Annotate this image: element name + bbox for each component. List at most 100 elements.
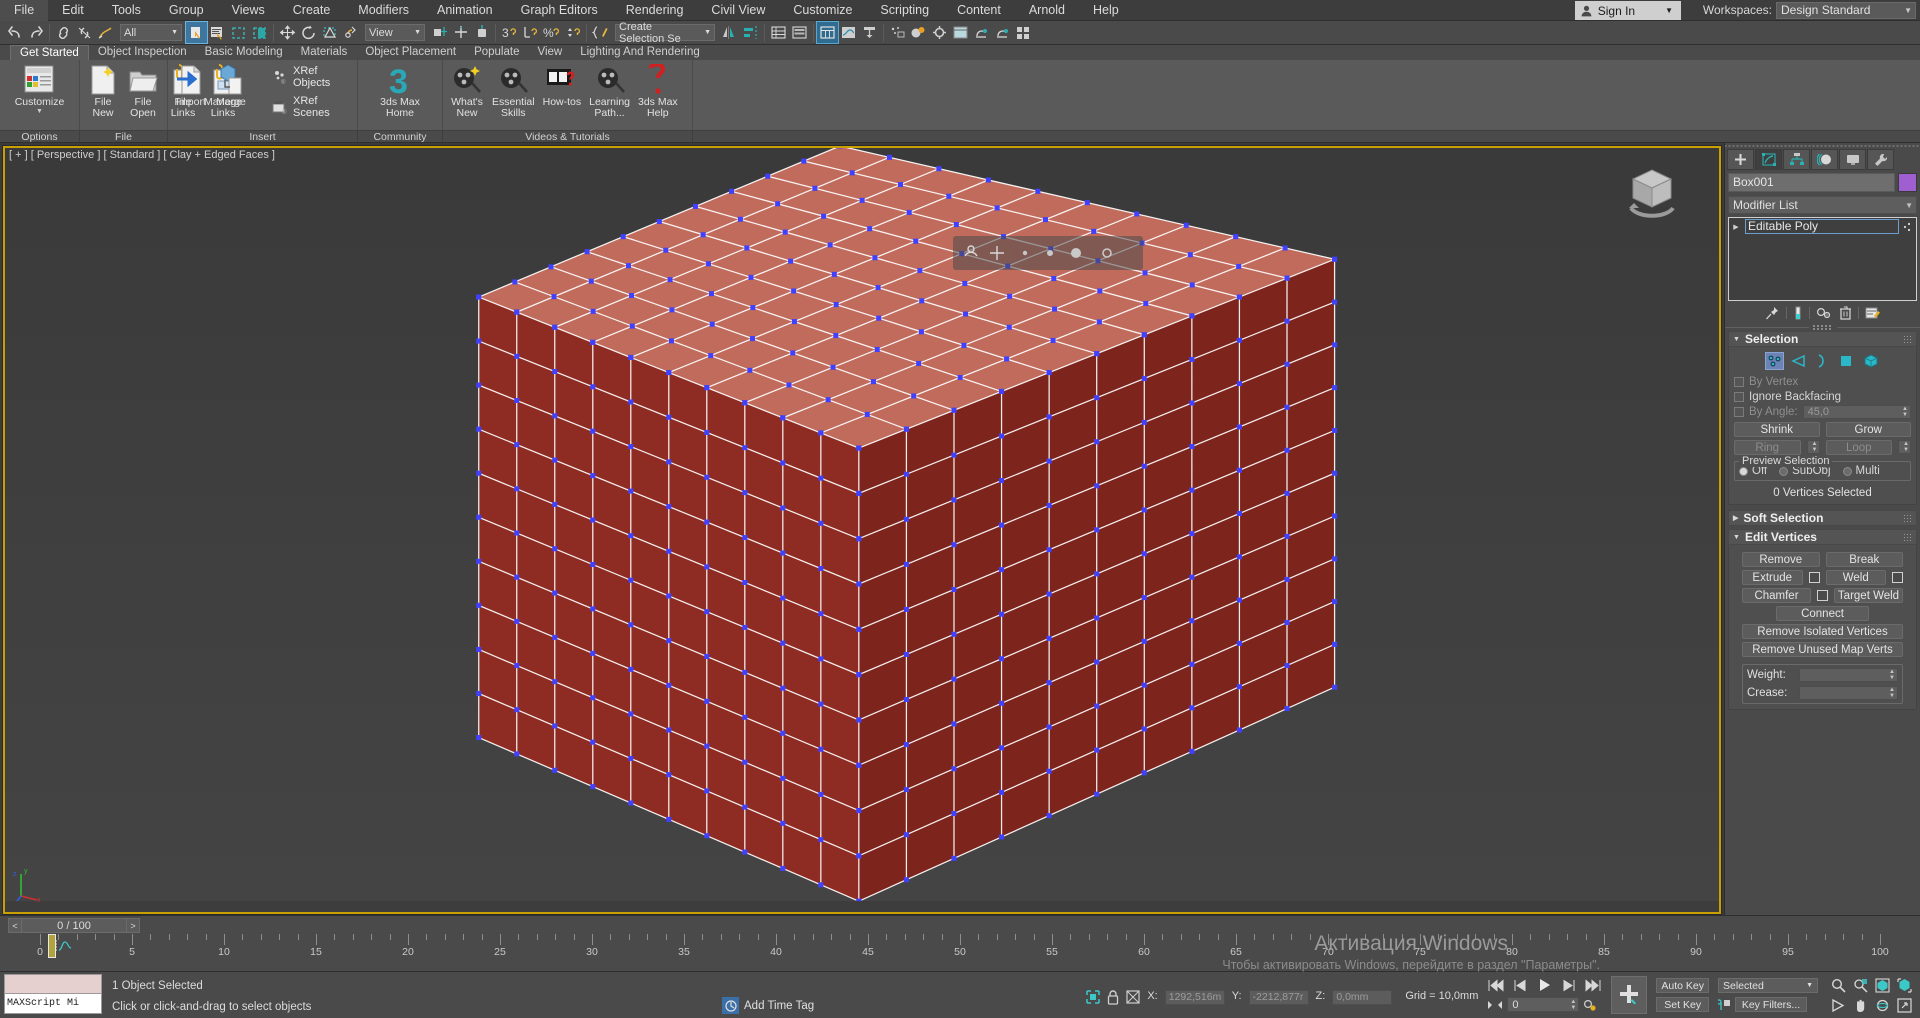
ribbon-button-learning-path[interactable]: Learning Path... <box>585 62 634 120</box>
menu-item-scripting[interactable]: Scripting <box>866 0 943 21</box>
menu-item-create[interactable]: Create <box>279 0 345 21</box>
z-field[interactable]: 0,0mm <box>1332 990 1393 1005</box>
maximize-viewport-icon[interactable] <box>1897 997 1912 1013</box>
collapse-triangle-icon[interactable]: ▼ <box>1733 336 1740 343</box>
timeline-ruler[interactable]: 0 5 10 15 20 25 30 35 40 45 50 55 60 65 70 75 80 85 90 95 10… <box>37 934 1914 960</box>
radio-multi[interactable] <box>1842 466 1852 476</box>
modify-tab[interactable] <box>1755 149 1782 170</box>
loop-button[interactable]: Loop <box>1825 440 1892 455</box>
mirror-icon[interactable] <box>719 22 740 43</box>
utilities-tab[interactable] <box>1867 149 1894 170</box>
shrink-button[interactable]: Shrink <box>1734 422 1820 437</box>
remove-isolated-vertices-button[interactable]: Remove Isolated Vertices <box>1742 624 1903 639</box>
go-to-end-icon[interactable] <box>1585 978 1602 992</box>
view-cube[interactable] <box>1621 164 1683 226</box>
modifier-stack[interactable]: ▶ Editable Poly <box>1728 217 1917 301</box>
lock-icon[interactable] <box>1107 990 1119 1005</box>
menu-item-views[interactable]: Views <box>218 0 279 21</box>
toggle-scene-explorer-icon[interactable] <box>816 21 839 44</box>
menu-item-modifiers[interactable]: Modifiers <box>344 0 423 21</box>
ribbon-tab-view[interactable]: View <box>528 45 571 60</box>
bind-to-space-warp-icon[interactable] <box>95 22 116 43</box>
spinner-arrows-icon[interactable]: ▲ ▼ <box>1902 406 1910 418</box>
select-and-link-icon[interactable] <box>53 22 74 43</box>
zoom-all-icon[interactable] <box>1853 978 1868 993</box>
ribbon-button-3ds-max-home[interactable]: 3 3ds Max Home <box>376 62 424 120</box>
absolute-relative-toggle-icon[interactable] <box>1126 990 1140 1004</box>
snap-3d-icon[interactable]: 3 <box>499 22 520 43</box>
modifier-stack-item[interactable]: ▶ Editable Poly <box>1730 219 1915 234</box>
spinner-arrows-icon[interactable]: ▲ ▼ <box>1889 669 1897 681</box>
material-editor-icon[interactable] <box>908 22 929 43</box>
ribbon-button-file-open[interactable]: File Open <box>123 62 163 120</box>
unlink-selection-icon[interactable] <box>74 22 95 43</box>
chamfer-button[interactable]: Chamfer <box>1742 588 1811 603</box>
menu-item-file[interactable]: File <box>0 0 49 21</box>
scene-explorer-icon[interactable] <box>789 22 810 43</box>
by-vertex-checkbox-row[interactable]: By Vertex <box>1734 374 1911 389</box>
remove-modifier-icon[interactable] <box>1839 306 1852 320</box>
select-object-icon[interactable] <box>185 21 208 44</box>
pan-view-icon[interactable] <box>1853 998 1868 1013</box>
curve-editor-icon[interactable] <box>838 22 859 43</box>
motion-tab[interactable] <box>1811 149 1838 170</box>
current-frame-display[interactable]: 0 / 100 <box>22 918 126 933</box>
rectangular-selection-region-icon[interactable] <box>228 22 249 43</box>
time-slider-handle[interactable] <box>48 934 56 958</box>
ring-spinner[interactable]: ▲ ▼ <box>1806 440 1820 454</box>
ribbon-tab-get-started[interactable]: Get Started <box>10 45 89 60</box>
checkbox[interactable] <box>1734 406 1744 417</box>
menu-item-group[interactable]: Group <box>155 0 218 21</box>
ribbon-button-xref-objects[interactable]: ® XRef Objects <box>267 62 354 92</box>
use-pivot-point-center-icon[interactable] <box>429 22 450 43</box>
viewport-label[interactable]: [ + ] [ Perspective ] [ Standard ] [ Cla… <box>9 149 275 161</box>
menu-item-customize[interactable]: Customize <box>779 0 866 21</box>
make-unique-icon[interactable] <box>1816 306 1833 320</box>
set-keys-button[interactable] <box>1611 976 1648 1014</box>
rendered-frame-window-icon[interactable] <box>950 22 971 43</box>
ribbon-tab-lighting-rendering[interactable]: Lighting And Rendering <box>571 45 709 60</box>
viewport-nav-controls[interactable] <box>953 236 1143 270</box>
snaps-toggle-icon[interactable] <box>471 22 492 43</box>
go-to-start-icon[interactable] <box>1487 978 1504 992</box>
orbit-icon[interactable] <box>1875 998 1890 1013</box>
ribbon-button-essential-skills[interactable]: Essential Skills <box>488 62 539 120</box>
selection-filter-select[interactable]: All ▼ <box>120 24 182 41</box>
align-icon[interactable] <box>740 22 761 43</box>
menu-item-tools[interactable]: Tools <box>98 0 155 21</box>
field-of-view-icon[interactable] <box>1831 998 1846 1013</box>
display-tab[interactable] <box>1839 149 1866 170</box>
remove-unused-map-verts-button[interactable]: Remove Unused Map Verts <box>1742 642 1903 657</box>
auto-key-button[interactable]: Auto Key <box>1656 978 1709 993</box>
ribbon-button-customize[interactable]: Customize ▼ <box>11 62 69 116</box>
border-icon[interactable] <box>1814 353 1831 369</box>
ribbon-button-whats-new[interactable]: What's New <box>446 62 488 120</box>
checkbox[interactable] <box>1734 376 1744 387</box>
expand-arrow-icon[interactable]: ▶ <box>1730 223 1742 231</box>
ribbon-tab-basic-modeling[interactable]: Basic Modeling <box>196 45 292 60</box>
loop-spinner[interactable]: ▲ ▼ <box>1898 440 1911 454</box>
extrude-button[interactable]: Extrude <box>1742 570 1803 585</box>
ribbon-group-label-file[interactable]: File <box>80 131 168 143</box>
ribbon-tab-populate[interactable]: Populate <box>465 45 528 60</box>
maxscript-output-pane[interactable] <box>4 974 102 994</box>
y-field[interactable]: -2212,877r <box>1248 990 1309 1005</box>
perspective-viewport[interactable]: [ + ] [ Perspective ] [ Standard ] [ Cla… <box>2 145 1722 915</box>
object-name-input[interactable]: Box001 <box>1728 173 1895 192</box>
menu-item-civil-view[interactable]: Civil View <box>697 0 779 21</box>
key-mode-select[interactable]: Selected ▼ <box>1718 978 1818 993</box>
create-tab[interactable] <box>1727 149 1754 170</box>
menu-item-rendering[interactable]: Rendering <box>612 0 698 21</box>
current-frame-spinner[interactable]: 0 ▲ ▼ <box>1507 997 1580 1012</box>
pin-stack-icon[interactable] <box>1765 306 1780 320</box>
spinner-arrows-icon[interactable]: ▲ ▼ <box>1570 999 1578 1011</box>
previous-frame-button[interactable]: < <box>8 918 22 933</box>
hierarchy-tab[interactable] <box>1783 149 1810 170</box>
select-by-name-icon[interactable] <box>207 22 228 43</box>
menu-item-animation[interactable]: Animation <box>423 0 507 21</box>
select-and-move-icon[interactable] <box>277 22 298 43</box>
placement-tool-icon[interactable] <box>340 22 361 43</box>
ribbon-tab-materials[interactable]: Materials <box>292 45 357 60</box>
maxscript-mini-listener[interactable]: MAXScript Mi <box>4 974 102 1018</box>
select-and-manipulate-icon[interactable] <box>450 22 471 43</box>
